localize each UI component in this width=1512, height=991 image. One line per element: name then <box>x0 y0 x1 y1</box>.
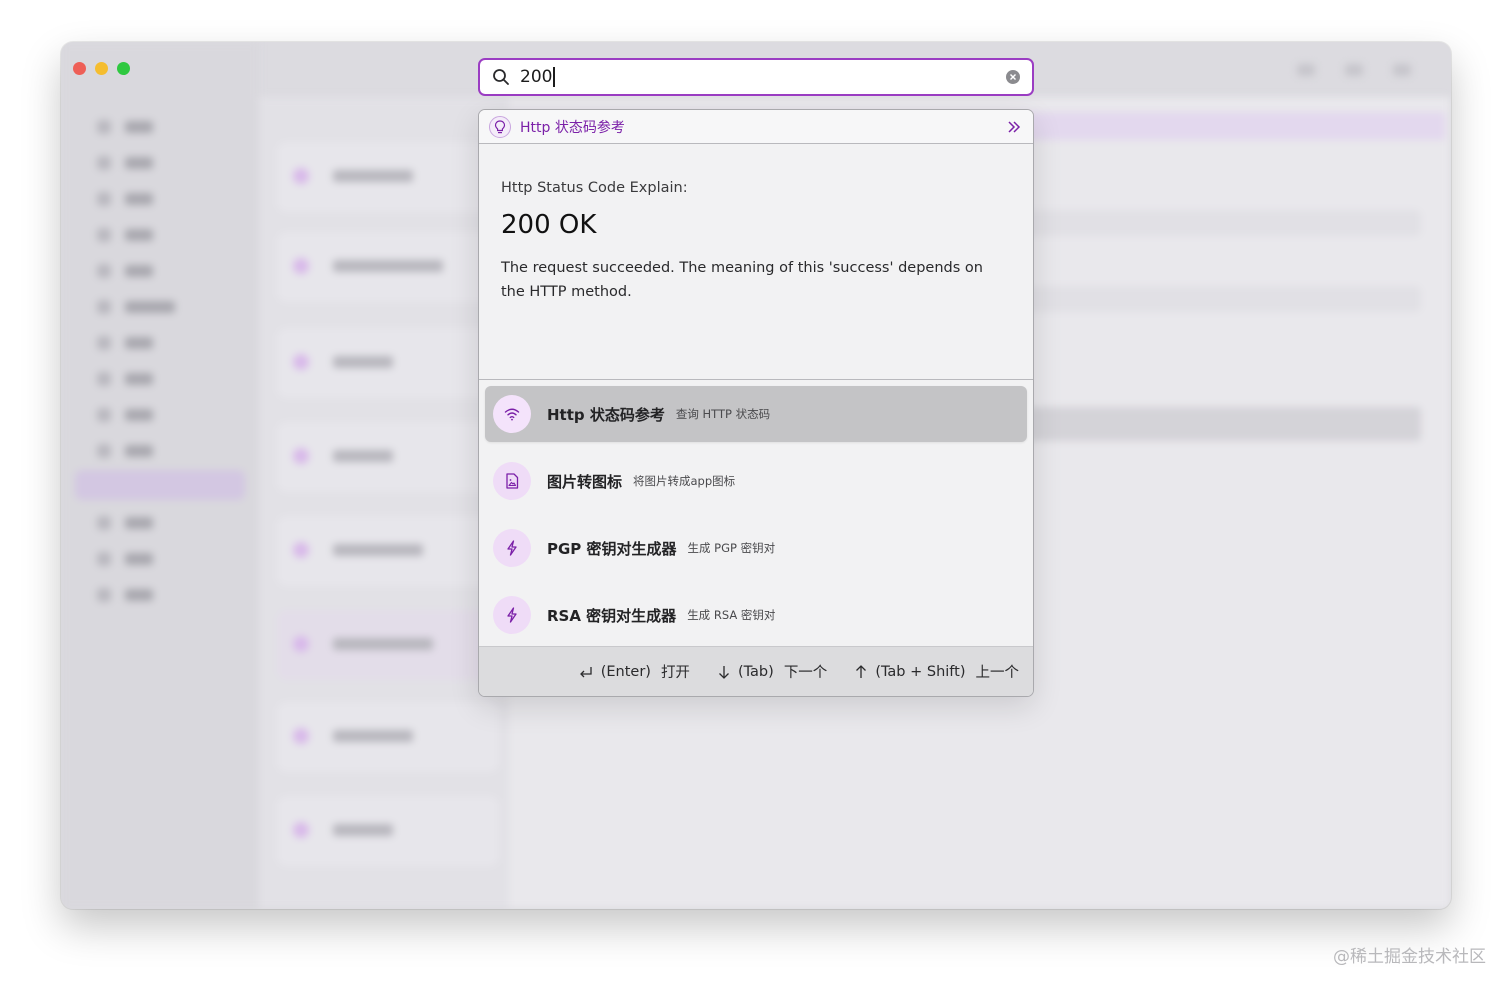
hint-open-label: 打开 <box>660 665 690 681</box>
background-card <box>277 142 499 212</box>
background-card <box>277 232 499 302</box>
preview-header-title: Http 状态码参考 <box>520 119 625 136</box>
lightbulb-icon <box>489 115 511 138</box>
background-sidebar-item <box>97 192 177 206</box>
result-item-subtitle: 将图片转成app图标 <box>633 474 736 488</box>
preview-label: Http Status Code Explain: <box>501 180 688 196</box>
background-card <box>277 796 499 866</box>
arrow-up-icon <box>856 664 867 678</box>
background-sidebar-item <box>97 408 177 422</box>
hint-previous-label: 上一个 <box>975 665 1020 681</box>
result-item-title: PGP 密钥对生成器 <box>547 539 677 558</box>
result-item-subtitle: 生成 PGP 密钥对 <box>687 541 776 555</box>
hint-next: (Tab) 下一个 <box>718 661 827 682</box>
preview-header[interactable]: Http 状态码参考 <box>479 110 1033 144</box>
hint-next-label: 下一个 <box>783 665 828 681</box>
status-code-description: The request succeeded. The meaning of th… <box>501 260 983 300</box>
background-sidebar-item <box>97 444 177 458</box>
background-sidebar-item <box>97 300 177 314</box>
background-sidebar-item <box>97 120 177 134</box>
minimize-window-button[interactable] <box>95 62 108 75</box>
background-list-pane <box>259 97 509 909</box>
hint-open-key: (Enter) <box>600 663 651 680</box>
clear-search-button[interactable] <box>1006 70 1020 84</box>
clear-icon <box>1010 74 1016 80</box>
hint-next-key: (Tab) <box>737 663 774 680</box>
keyboard-hints-footer: (Enter) 打开 (Tab) 下一个 (Tab + Shift) 上一个 <box>479 646 1033 696</box>
background-card <box>277 516 499 586</box>
result-item-pgp-generator[interactable]: PGP 密钥对生成器 生成 PGP 密钥对 <box>485 520 1027 576</box>
search-bar[interactable]: 200 <box>478 58 1034 96</box>
result-item-title: RSA 密钥对生成器 <box>547 606 677 625</box>
search-input[interactable]: 200 <box>520 67 1006 87</box>
background-sidebar-item <box>97 336 177 350</box>
result-item-subtitle: 查询 HTTP 状态码 <box>675 407 771 421</box>
text-caret <box>553 67 555 87</box>
status-code-preview: Http Status Code Explain: 200 OK The req… <box>479 144 1033 380</box>
search-query: 200 <box>520 67 553 87</box>
double-chevron-right-icon <box>1008 120 1021 133</box>
background-sidebar-item <box>97 588 177 602</box>
hint-previous-key: (Tab + Shift) <box>875 663 966 680</box>
arrow-down-icon <box>718 665 729 679</box>
return-key-icon <box>579 666 592 677</box>
result-item-title: 图片转图标 <box>547 472 623 491</box>
background-toolbar-icons <box>1297 64 1411 76</box>
result-item-title: Http 状态码参考 <box>547 405 665 424</box>
background-sidebar-item <box>97 156 177 170</box>
hint-previous: (Tab + Shift) 上一个 <box>855 661 1019 682</box>
background-sidebar-active-item <box>75 470 245 500</box>
hint-open: (Enter) 打开 <box>579 661 690 682</box>
background-card <box>277 610 499 680</box>
background-sidebar-item <box>97 552 177 566</box>
background-sidebar-item <box>97 372 177 386</box>
result-item-subtitle: 生成 RSA 密钥对 <box>687 608 776 622</box>
results-panel: Http 状态码参考 Http Status Code Explain: 200… <box>478 109 1034 697</box>
background-card <box>277 328 499 398</box>
background-sidebar-item <box>97 228 177 242</box>
results-list: Http 状态码参考 查询 HTTP 状态码 图片转图标 将图片转成app图标 … <box>479 380 1033 646</box>
lightning-icon <box>493 529 531 567</box>
background-card <box>277 422 499 492</box>
background-sidebar-item <box>97 516 177 530</box>
watermark: @稀土掘金技术社区 <box>1333 947 1486 967</box>
file-image-icon <box>493 462 531 500</box>
background-sidebar-item <box>97 264 177 278</box>
result-item-image-to-icon[interactable]: 图片转图标 将图片转成app图标 <box>485 453 1027 509</box>
search-icon <box>493 69 509 85</box>
wifi-icon <box>493 395 531 433</box>
maximize-window-button[interactable] <box>117 62 130 75</box>
lightning-icon <box>493 596 531 634</box>
window-controls <box>73 62 130 75</box>
result-item-rsa-generator[interactable]: RSA 密钥对生成器 生成 RSA 密钥对 <box>485 587 1027 643</box>
close-window-button[interactable] <box>73 62 86 75</box>
expand-button[interactable] <box>1005 118 1023 136</box>
status-code-title: 200 OK <box>501 210 597 240</box>
result-item-http-status[interactable]: Http 状态码参考 查询 HTTP 状态码 <box>485 386 1027 442</box>
background-card <box>277 702 499 772</box>
